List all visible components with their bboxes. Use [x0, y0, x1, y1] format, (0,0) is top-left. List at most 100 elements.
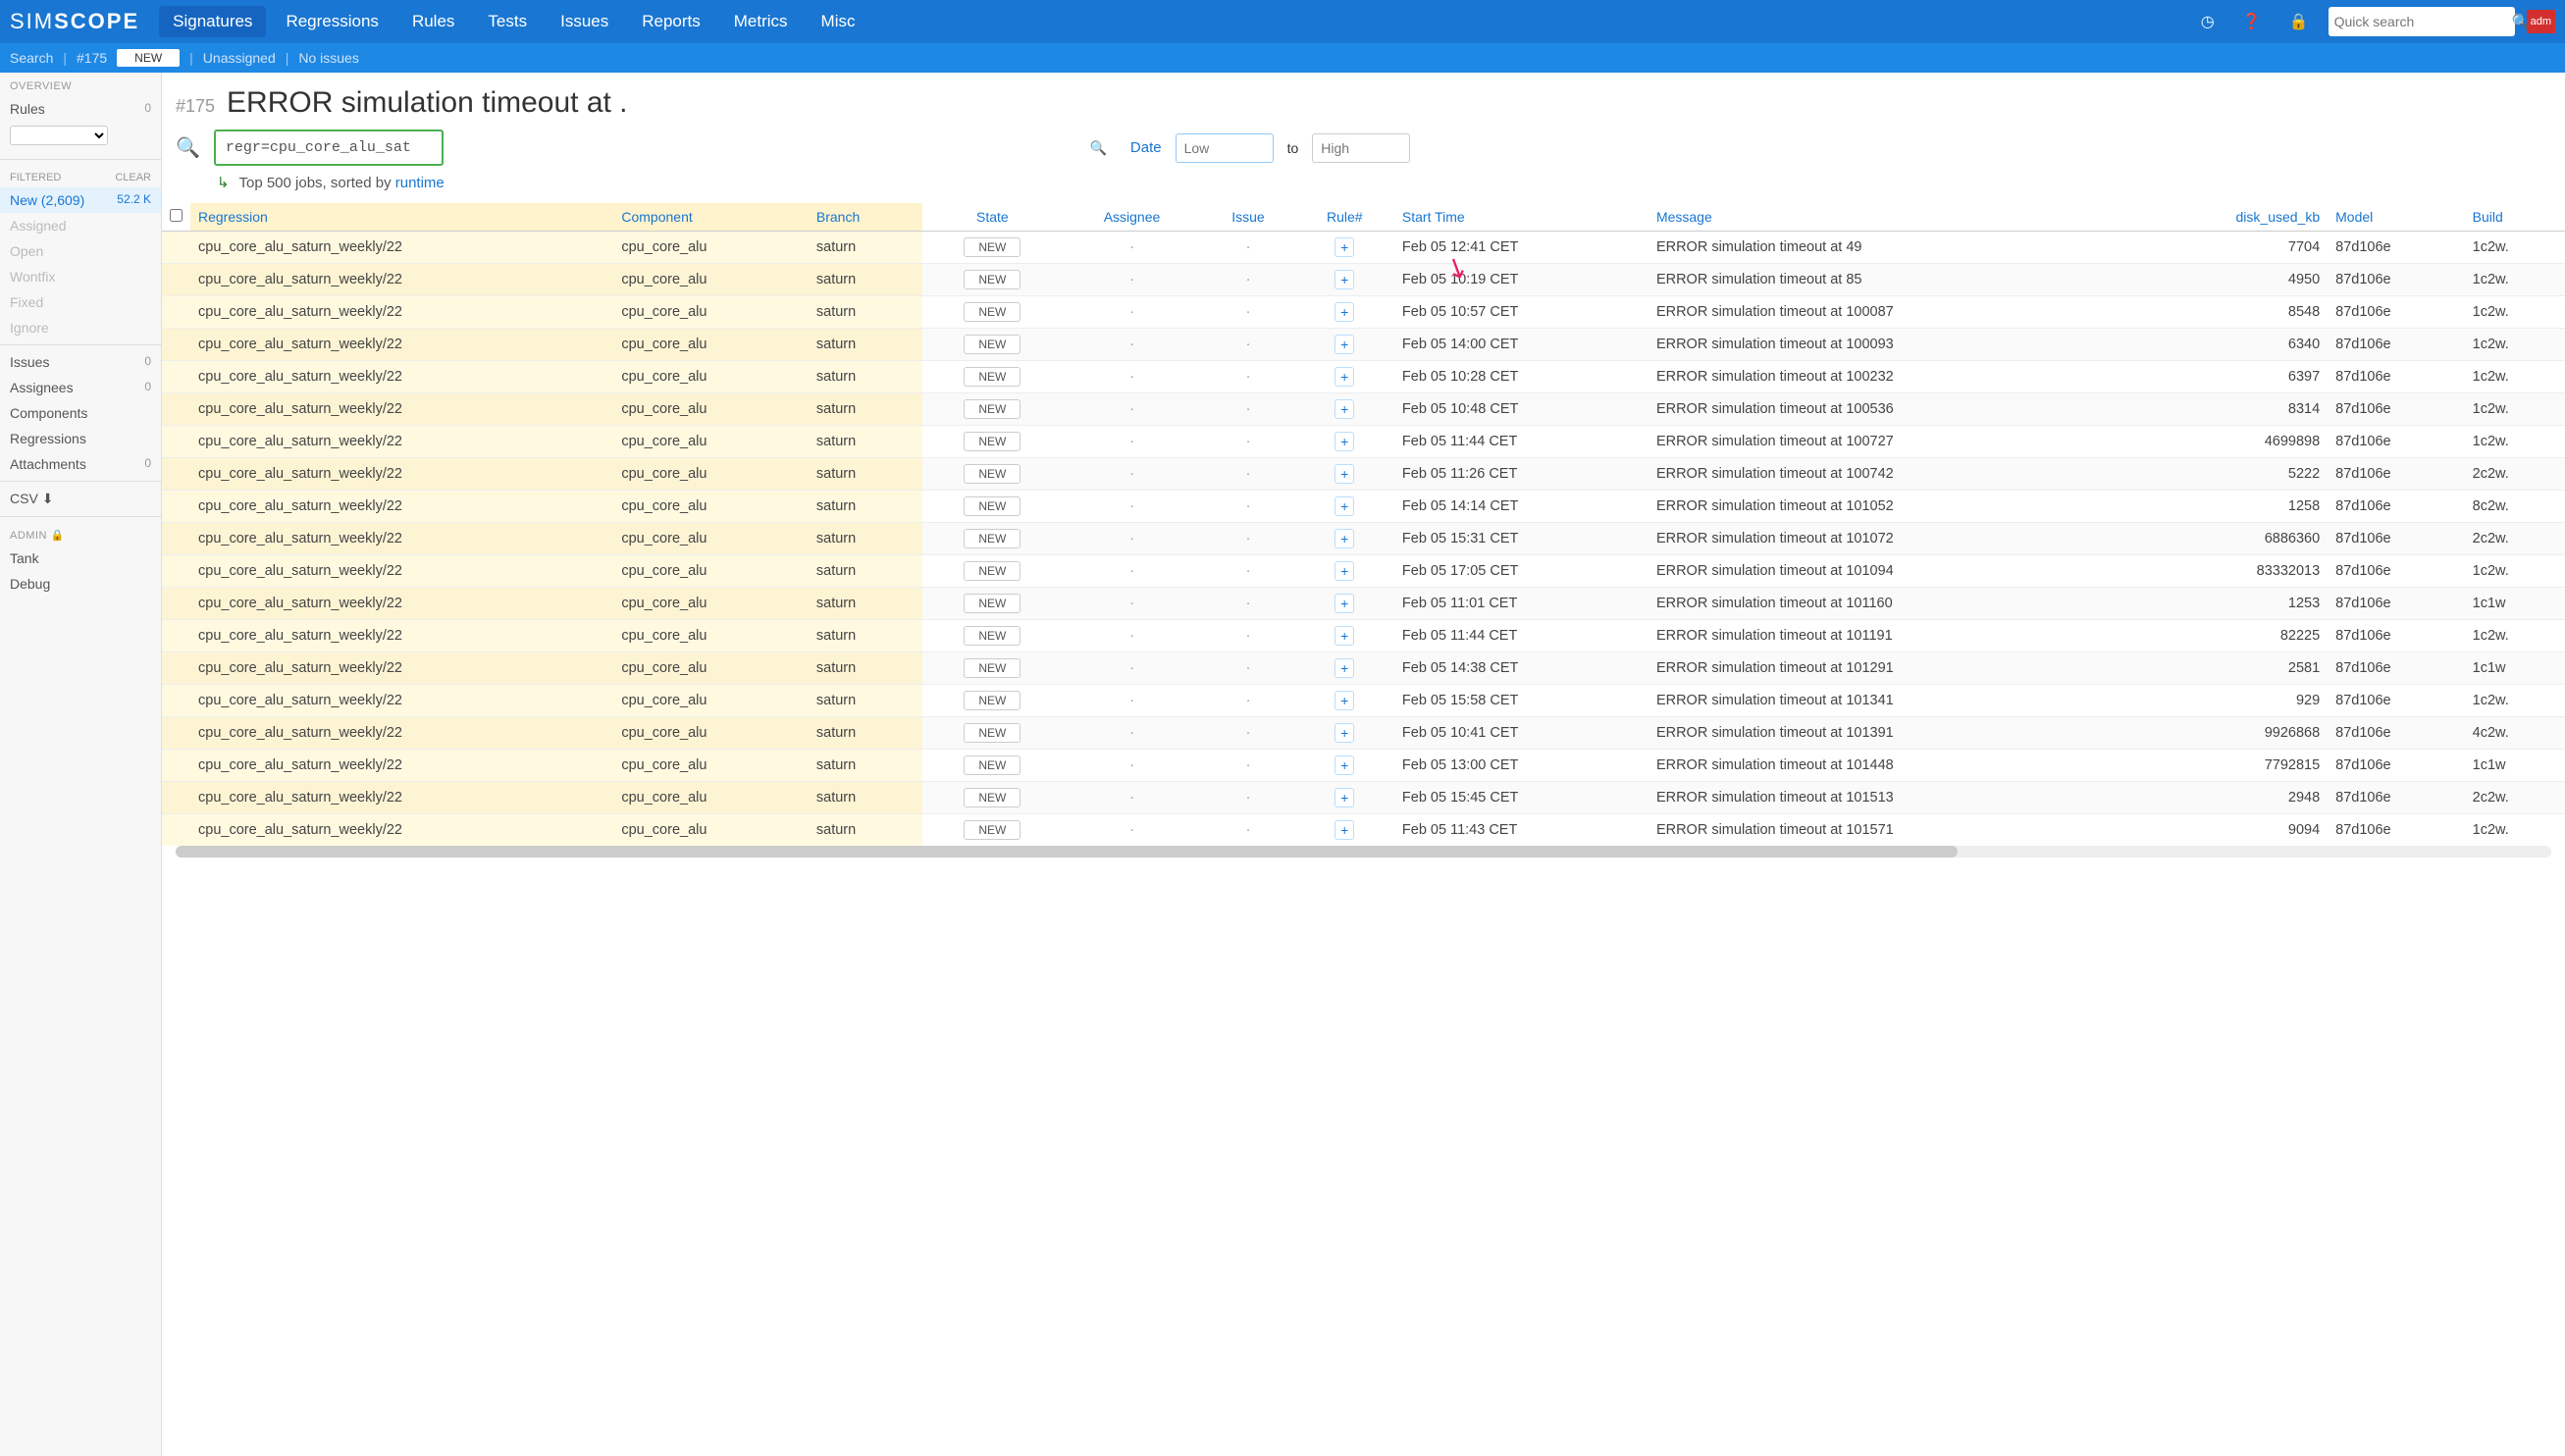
- state-button[interactable]: NEW: [964, 658, 1021, 678]
- col-regression[interactable]: Regression: [190, 203, 613, 232]
- add-rule-button[interactable]: +: [1335, 691, 1354, 710]
- col-component[interactable]: Component: [613, 203, 809, 232]
- table-row[interactable]: cpu_core_alu_saturn_weekly/22cpu_core_al…: [162, 232, 2565, 264]
- clock-icon[interactable]: ◷: [2193, 12, 2223, 31]
- col-disk-used-kb[interactable]: disk_used_kb: [2135, 203, 2328, 232]
- nav-metrics[interactable]: Metrics: [720, 6, 802, 37]
- sidebar-rules[interactable]: Rules0: [0, 96, 161, 122]
- search-icon[interactable]: 🔍: [1089, 139, 1106, 156]
- table-row[interactable]: cpu_core_alu_saturn_weekly/22cpu_core_al…: [162, 588, 2565, 620]
- sidebar-state-assigned[interactable]: Assigned: [0, 213, 161, 238]
- state-button[interactable]: NEW: [964, 691, 1021, 710]
- add-rule-button[interactable]: +: [1335, 270, 1354, 289]
- table-row[interactable]: cpu_core_alu_saturn_weekly/22cpu_core_al…: [162, 652, 2565, 685]
- state-button[interactable]: NEW: [964, 594, 1021, 613]
- table-row[interactable]: cpu_core_alu_saturn_weekly/22cpu_core_al…: [162, 685, 2565, 717]
- state-button[interactable]: NEW: [964, 755, 1021, 775]
- nav-regressions[interactable]: Regressions: [272, 6, 393, 37]
- col-message[interactable]: Message: [1649, 203, 2135, 232]
- add-rule-button[interactable]: +: [1335, 399, 1354, 419]
- state-button[interactable]: NEW: [964, 529, 1021, 548]
- sidebar-attachments[interactable]: Attachments0: [0, 451, 161, 477]
- table-row[interactable]: cpu_core_alu_saturn_weekly/22cpu_core_al…: [162, 750, 2565, 782]
- state-button[interactable]: NEW: [964, 270, 1021, 289]
- add-rule-button[interactable]: +: [1335, 755, 1354, 775]
- search-icon[interactable]: 🔍: [176, 135, 200, 160]
- table-row[interactable]: cpu_core_alu_saturn_weekly/22cpu_core_al…: [162, 426, 2565, 458]
- state-button[interactable]: NEW: [964, 496, 1021, 516]
- table-row[interactable]: cpu_core_alu_saturn_weekly/22cpu_core_al…: [162, 458, 2565, 491]
- table-row[interactable]: cpu_core_alu_saturn_weekly/22cpu_core_al…: [162, 491, 2565, 523]
- add-rule-button[interactable]: +: [1335, 367, 1354, 387]
- sidebar-admin-tank[interactable]: Tank: [0, 546, 161, 571]
- add-rule-button[interactable]: +: [1335, 464, 1354, 484]
- horizontal-scrollbar[interactable]: [176, 846, 2551, 858]
- state-button[interactable]: NEW: [964, 788, 1021, 807]
- sidebar-state-fixed[interactable]: Fixed: [0, 289, 161, 315]
- nav-signatures[interactable]: Signatures: [159, 6, 266, 37]
- date-high-input[interactable]: [1312, 133, 1410, 163]
- table-row[interactable]: cpu_core_alu_saturn_weekly/22cpu_core_al…: [162, 555, 2565, 588]
- table-row[interactable]: cpu_core_alu_saturn_weekly/22cpu_core_al…: [162, 296, 2565, 329]
- breadcrumb-index[interactable]: #175: [77, 50, 107, 66]
- table-row[interactable]: cpu_core_alu_saturn_weekly/22cpu_core_al…: [162, 264, 2565, 296]
- add-rule-button[interactable]: +: [1335, 432, 1354, 451]
- table-row[interactable]: cpu_core_alu_saturn_weekly/22cpu_core_al…: [162, 717, 2565, 750]
- col-state[interactable]: State: [922, 203, 1063, 232]
- table-row[interactable]: cpu_core_alu_saturn_weekly/22cpu_core_al…: [162, 329, 2565, 361]
- col-rule-[interactable]: Rule#: [1295, 203, 1394, 232]
- sidebar-regressions[interactable]: Regressions: [0, 426, 161, 451]
- sidebar-state-new[interactable]: New (2,609)52.2 K: [0, 187, 161, 213]
- col-issue[interactable]: Issue: [1201, 203, 1294, 232]
- quick-search[interactable]: 🔍: [2329, 7, 2515, 36]
- table-row[interactable]: cpu_core_alu_saturn_weekly/22cpu_core_al…: [162, 782, 2565, 814]
- sidebar-issues[interactable]: Issues0: [0, 349, 161, 375]
- state-button[interactable]: NEW: [964, 237, 1021, 257]
- add-rule-button[interactable]: +: [1335, 496, 1354, 516]
- state-button[interactable]: NEW: [964, 626, 1021, 646]
- add-rule-button[interactable]: +: [1335, 237, 1354, 257]
- lock-icon[interactable]: 🔒: [2281, 12, 2317, 31]
- add-rule-button[interactable]: +: [1335, 594, 1354, 613]
- nav-tests[interactable]: Tests: [474, 6, 541, 37]
- add-rule-button[interactable]: +: [1335, 788, 1354, 807]
- table-row[interactable]: cpu_core_alu_saturn_weekly/22cpu_core_al…: [162, 361, 2565, 393]
- sidebar-state-ignore[interactable]: Ignore: [0, 315, 161, 340]
- sidebar-admin-debug[interactable]: Debug: [0, 571, 161, 597]
- add-rule-button[interactable]: +: [1335, 561, 1354, 581]
- nav-issues[interactable]: Issues: [547, 6, 622, 37]
- col-assignee[interactable]: Assignee: [1063, 203, 1202, 232]
- nav-rules[interactable]: Rules: [398, 6, 468, 37]
- table-row[interactable]: cpu_core_alu_saturn_weekly/22cpu_core_al…: [162, 523, 2565, 555]
- table-row[interactable]: cpu_core_alu_saturn_weekly/22cpu_core_al…: [162, 814, 2565, 847]
- breadcrumb-noissues[interactable]: No issues: [298, 50, 358, 66]
- rules-select[interactable]: [10, 126, 108, 145]
- col-model[interactable]: Model: [2328, 203, 2465, 232]
- add-rule-button[interactable]: +: [1335, 723, 1354, 743]
- state-button[interactable]: NEW: [964, 335, 1021, 354]
- quick-search-input[interactable]: [2334, 14, 2512, 29]
- state-button[interactable]: NEW: [964, 464, 1021, 484]
- date-label[interactable]: Date: [1130, 139, 1162, 156]
- add-rule-button[interactable]: +: [1335, 626, 1354, 646]
- select-all-checkbox[interactable]: [170, 209, 183, 222]
- sidebar-clear[interactable]: CLEAR: [115, 172, 151, 183]
- nav-reports[interactable]: Reports: [628, 6, 714, 37]
- sidebar-components[interactable]: Components: [0, 400, 161, 426]
- add-rule-button[interactable]: +: [1335, 820, 1354, 840]
- breadcrumb-unassigned[interactable]: Unassigned: [203, 50, 276, 66]
- state-button[interactable]: NEW: [964, 399, 1021, 419]
- col-build[interactable]: Build: [2465, 203, 2565, 232]
- col-branch[interactable]: Branch: [809, 203, 922, 232]
- help-icon[interactable]: ❓: [2234, 12, 2270, 31]
- sidebar-csv[interactable]: CSV ⬇: [0, 486, 161, 512]
- col-start-time[interactable]: Start Time: [1394, 203, 1649, 232]
- state-button[interactable]: NEW: [964, 723, 1021, 743]
- add-rule-button[interactable]: +: [1335, 335, 1354, 354]
- sidebar-state-open[interactable]: Open: [0, 238, 161, 264]
- table-row[interactable]: cpu_core_alu_saturn_weekly/22cpu_core_al…: [162, 393, 2565, 426]
- nav-misc[interactable]: Misc: [808, 6, 869, 37]
- state-button[interactable]: NEW: [964, 820, 1021, 840]
- state-button[interactable]: NEW: [964, 367, 1021, 387]
- state-button[interactable]: NEW: [964, 561, 1021, 581]
